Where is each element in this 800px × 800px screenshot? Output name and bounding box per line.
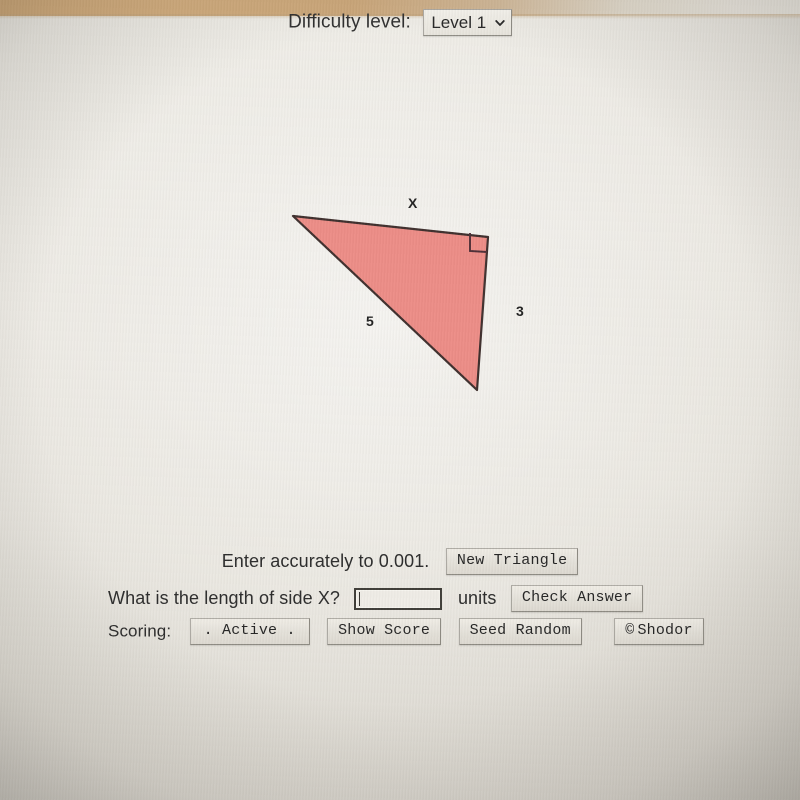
shodor-label: Shodor [637,622,693,639]
side-label-x: X [408,195,418,211]
triangle-figure: X 5 3 [0,0,800,560]
copyright-icon: © [625,622,635,639]
triangle-shape [291,214,490,392]
instruction-row: Enter accurately to 0.001. New Triangle [0,548,800,578]
scoring-state-button[interactable]: . Active . [189,618,310,645]
question-row: What is the length of side X? units Chec… [108,585,644,615]
seed-random-button[interactable]: Seed Random [458,618,582,645]
text-caret [359,591,361,606]
shodor-credit-button[interactable]: © Shodor [614,618,704,645]
photographed-screen-page: Difficulty level: Level 1 X 5 3 Enter ac… [0,0,800,800]
instruction-text: Enter accurately to 0.001. [221,551,430,571]
question-text: What is the length of side X? [108,588,341,608]
answer-input[interactable] [354,587,443,610]
show-score-button[interactable]: Show Score [327,618,442,645]
side-label-3: 3 [516,303,525,319]
units-label: units [457,588,497,608]
side-label-5: 5 [366,313,375,329]
check-answer-button[interactable]: Check Answer [510,585,644,612]
scoring-label: Scoring: [108,621,172,641]
scoring-row: Scoring: . Active . Show Score Seed Rand… [108,618,704,648]
new-triangle-button[interactable]: New Triangle [445,548,579,575]
